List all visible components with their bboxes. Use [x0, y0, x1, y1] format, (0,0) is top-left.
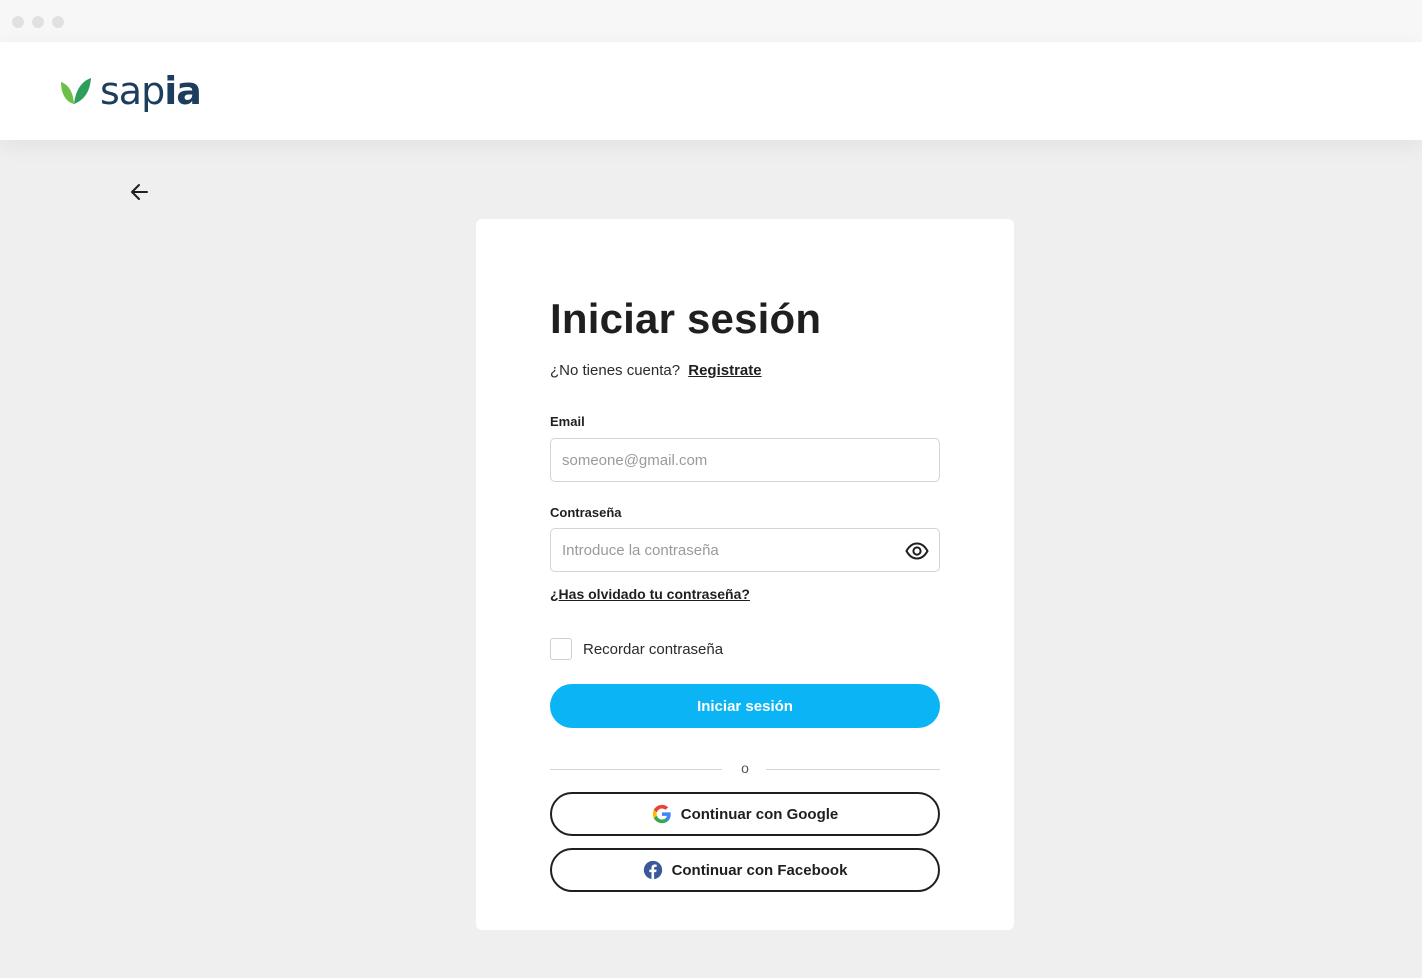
logo-wordmark: sapia	[100, 69, 202, 113]
facebook-icon	[643, 860, 662, 880]
sapia-logo[interactable]: sapia	[58, 68, 202, 114]
no-account-text: ¿No tienes cuenta?	[550, 362, 681, 379]
password-label: Contraseña	[550, 505, 622, 520]
eye-icon[interactable]	[905, 539, 929, 563]
login-card: Iniciar sesión ¿No tienes cuenta? Regist…	[476, 219, 1014, 930]
window-dot-close[interactable]	[12, 16, 24, 28]
google-icon	[652, 804, 671, 824]
divider-line-right	[766, 769, 940, 770]
forgot-password-link[interactable]: ¿Has olvidado tu contraseña?	[550, 586, 750, 602]
leaf-logo-icon	[61, 78, 91, 104]
facebook-button-label: Continuar con Facebook	[671, 861, 848, 879]
site-header: sapia	[0, 42, 1422, 140]
remember-password[interactable]: Recordar contraseña	[550, 638, 723, 660]
browser-titlebar	[0, 0, 1422, 42]
divider-or-text: o	[741, 760, 749, 776]
email-label: Email	[550, 414, 585, 429]
arrow-left-icon[interactable]	[128, 180, 152, 204]
facebook-login-button[interactable]: Continuar con Facebook	[550, 848, 940, 892]
google-button-label: Continuar con Google	[680, 805, 839, 823]
signup-prompt: ¿No tienes cuenta? Registrate	[550, 362, 762, 379]
login-submit-button[interactable]: Iniciar sesión	[550, 684, 940, 728]
remember-checkbox[interactable]	[550, 638, 572, 660]
password-input[interactable]	[550, 528, 940, 572]
google-login-button[interactable]: Continuar con Google	[550, 792, 940, 836]
remember-label: Recordar contraseña	[583, 640, 724, 658]
register-link[interactable]: Registrate	[688, 362, 761, 379]
logo-wordmark-bold: ia	[164, 69, 202, 113]
window-dot-minimize[interactable]	[32, 16, 44, 28]
page-title: Iniciar sesión	[550, 295, 822, 342]
email-input[interactable]	[550, 438, 940, 482]
window-dot-maximize[interactable]	[52, 16, 64, 28]
divider-line-left	[550, 769, 722, 770]
logo-wordmark-light: sap	[100, 69, 165, 113]
